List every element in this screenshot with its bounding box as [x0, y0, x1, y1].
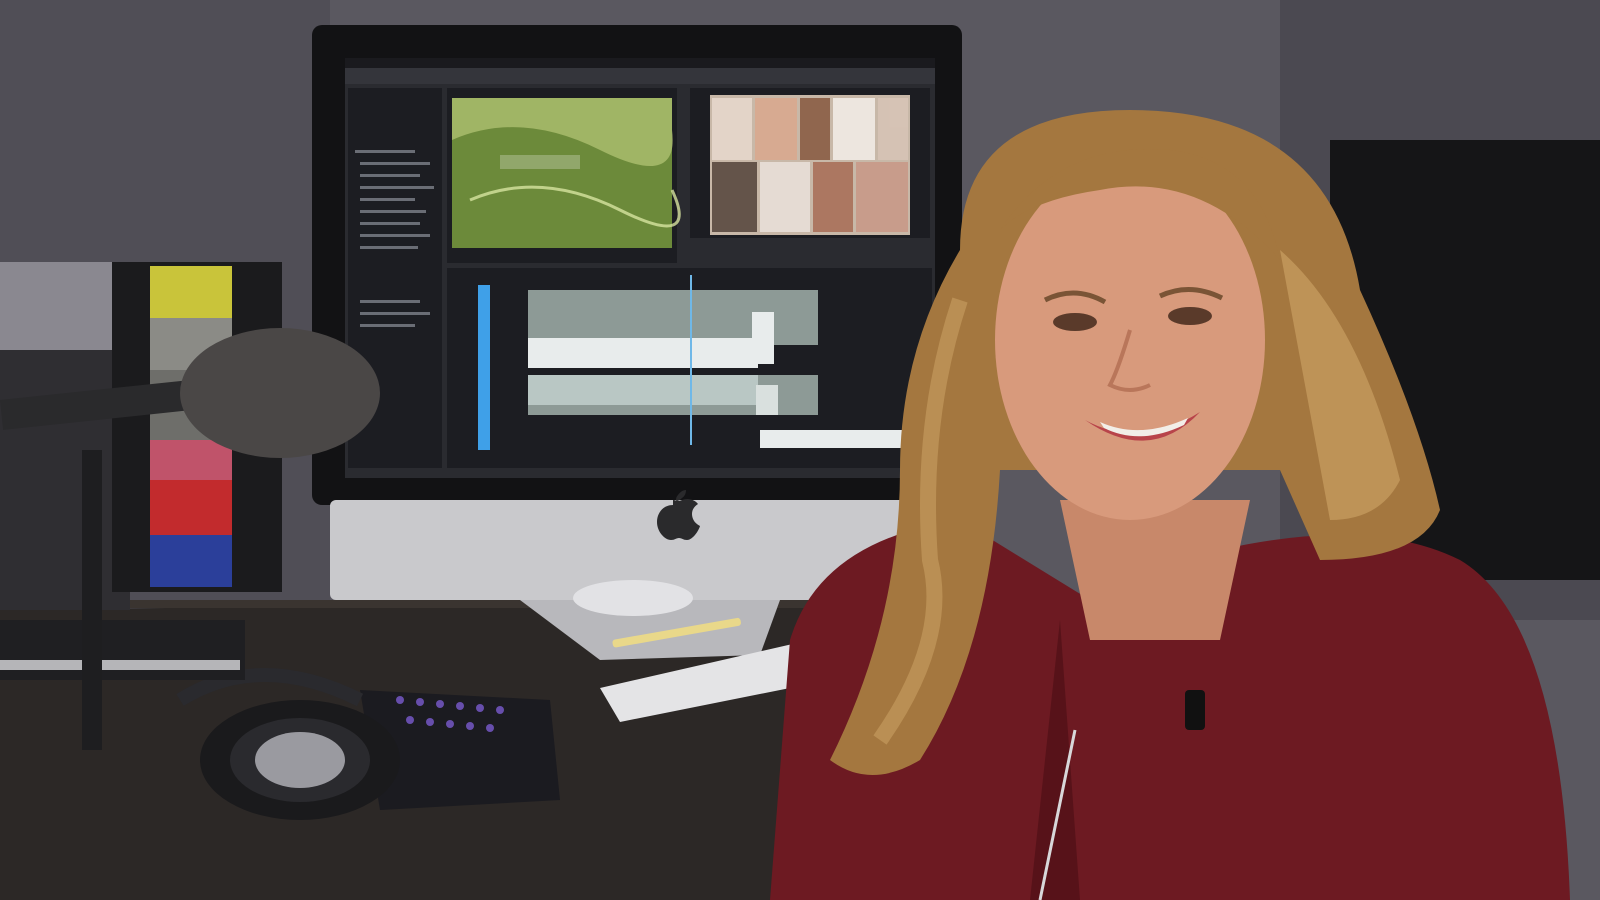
lavalier-mic-icon — [1185, 690, 1205, 730]
clip-audio — [528, 375, 758, 405]
video-track — [528, 290, 818, 345]
laptop-stack — [0, 620, 245, 680]
playhead — [690, 275, 692, 445]
right-eye — [1168, 307, 1212, 325]
magic-mouse — [573, 580, 693, 616]
photo-scene — [0, 0, 1600, 900]
left-eye — [1053, 313, 1097, 331]
face — [995, 160, 1265, 520]
clip — [528, 338, 758, 368]
video-editor-screen — [345, 58, 935, 478]
